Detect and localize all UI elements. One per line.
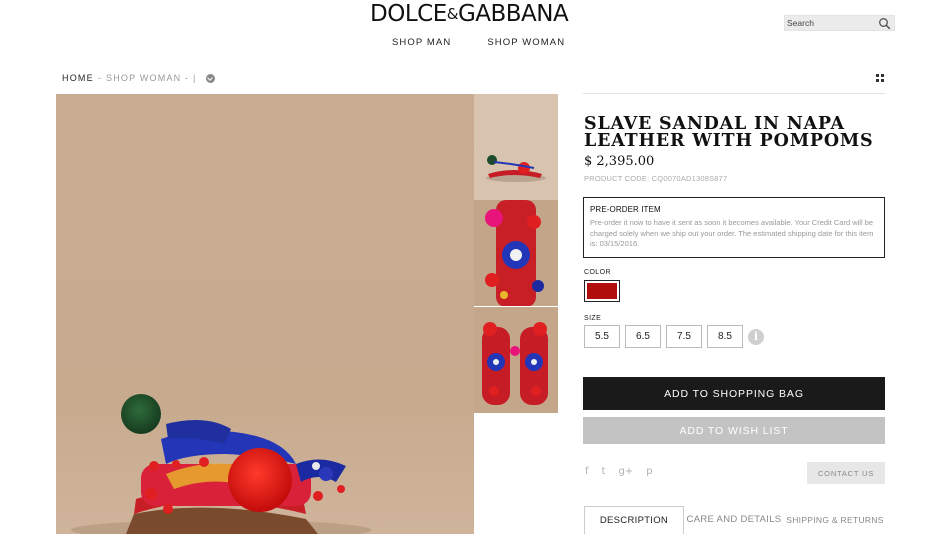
search-box	[784, 15, 895, 31]
product-price: $ 2,395.00	[584, 154, 655, 169]
contact-us-button[interactable]: CONTACT US	[807, 462, 885, 484]
add-to-bag-button[interactable]: ADD TO SHOPPING BAG	[583, 377, 885, 410]
logo-text-left: DOLCE	[370, 1, 447, 27]
size-option[interactable]: 8.5	[707, 325, 743, 348]
logo-text-right: GABBANA	[457, 1, 569, 27]
color-swatch-red[interactable]	[584, 280, 620, 302]
breadcrumb-separator: -	[97, 73, 103, 83]
swatch-fill	[587, 283, 617, 299]
size-option[interactable]: 7.5	[666, 325, 702, 348]
divider	[583, 93, 885, 94]
product-main-image[interactable]	[56, 94, 474, 534]
twitter-icon[interactable]: t	[602, 466, 606, 477]
search-icon[interactable]	[878, 17, 891, 30]
breadcrumb-home[interactable]: HOME	[62, 73, 94, 83]
size-selector: 5.5 6.5 7.5 8.5	[584, 325, 743, 348]
tab-care-details[interactable]: CARE AND DETAILS	[684, 506, 784, 534]
thumbnail-2[interactable]	[474, 200, 558, 306]
preorder-text: Pre-order it now to have it sent as soon…	[590, 218, 874, 248]
main-nav: SHOP MAN SHOP WOMAN	[392, 37, 565, 48]
product-page: DOLCE&GABBANA SHOP MAN SHOP WOMAN HOME -…	[0, 0, 950, 534]
tab-shipping-returns[interactable]: SHIPPING & RETURNS	[784, 506, 886, 534]
preorder-notice: PRE-ORDER ITEM Pre-order it now to have …	[583, 197, 885, 258]
nav-shop-man[interactable]: SHOP MAN	[392, 37, 451, 48]
product-code: PRODUCT CODE: CQ0070AD1308S877	[584, 174, 728, 183]
nav-shop-woman[interactable]: SHOP WOMAN	[487, 37, 565, 48]
brand-logo[interactable]: DOLCE&GABBANA	[370, 1, 569, 27]
info-icon[interactable]: i	[748, 329, 764, 345]
logo-ampersand: &	[446, 5, 459, 23]
size-option[interactable]: 5.5	[584, 325, 620, 348]
grid-view-icon[interactable]	[876, 74, 884, 82]
thumbnail-3[interactable]	[474, 307, 558, 413]
tab-description[interactable]: DESCRIPTION	[584, 506, 684, 534]
pinterest-icon[interactable]: p	[646, 466, 652, 477]
preorder-heading: PRE-ORDER ITEM	[590, 205, 661, 214]
chevron-circle-icon[interactable]	[205, 73, 215, 83]
breadcrumb-current[interactable]: SHOP WOMAN - |	[106, 73, 196, 83]
social-share: f t g+ p	[585, 466, 653, 477]
add-to-wishlist-button[interactable]: ADD TO WISH LIST	[583, 417, 885, 444]
product-title: SLAVE SANDAL IN NAPA LEATHER WITH POMPOM…	[584, 114, 874, 151]
search-input[interactable]	[787, 16, 877, 30]
size-option[interactable]: 6.5	[625, 325, 661, 348]
breadcrumb: HOME - SHOP WOMAN - |	[62, 73, 215, 83]
google-plus-icon[interactable]: g+	[618, 466, 633, 477]
color-label: COLOR	[584, 269, 611, 276]
product-tabs: DESCRIPTION CARE AND DETAILS SHIPPING & …	[584, 506, 886, 534]
size-label: SIZE	[584, 315, 602, 322]
thumbnail-1[interactable]	[474, 94, 558, 200]
facebook-icon[interactable]: f	[585, 466, 589, 477]
